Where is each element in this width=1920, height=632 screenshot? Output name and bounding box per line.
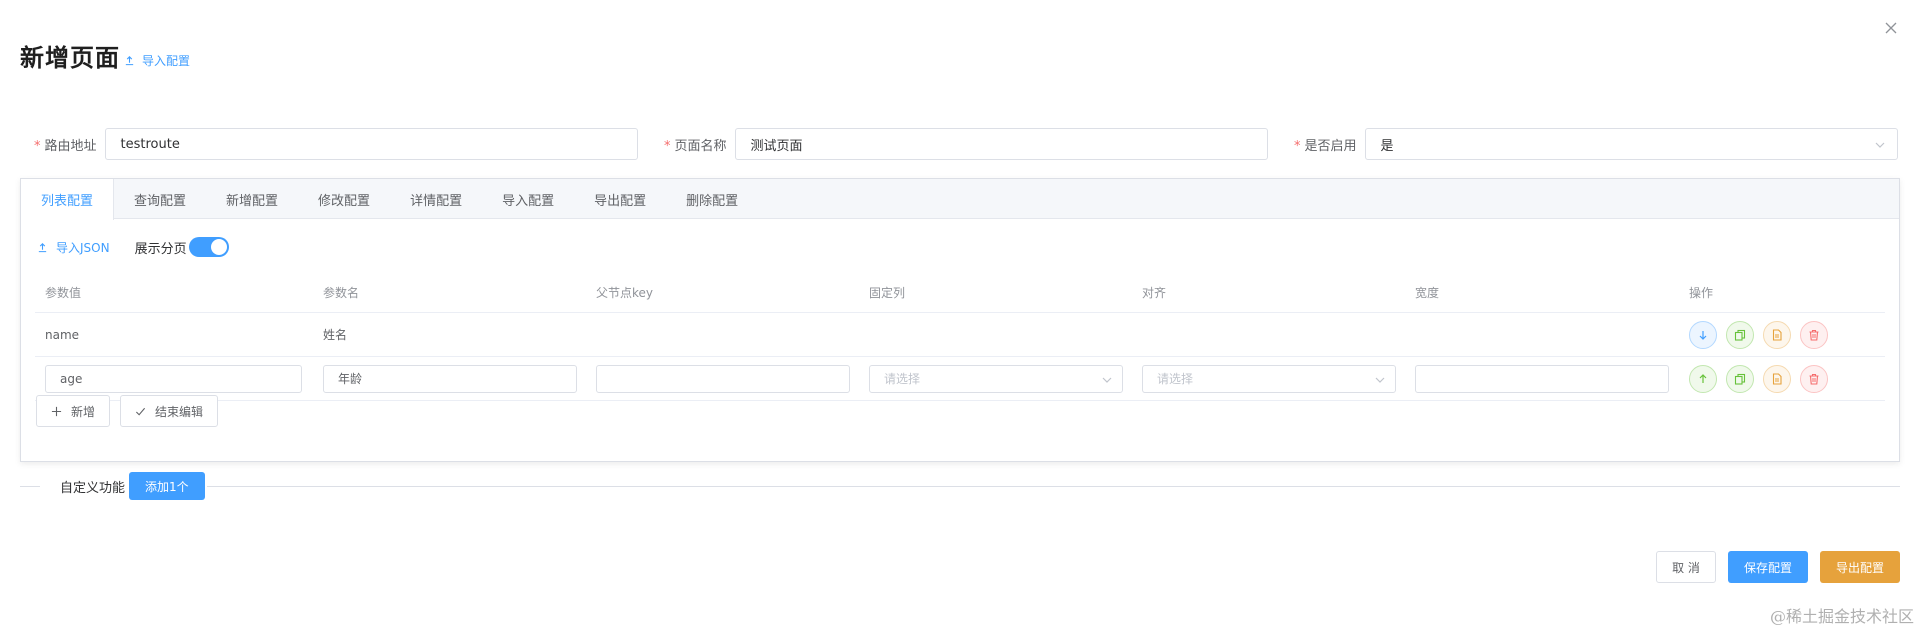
enabled-label: * 是否启用 (1294, 138, 1357, 154)
align-select-placeholder: 请选择 (1157, 372, 1194, 386)
plus-icon (51, 406, 62, 416)
add-row-button[interactable]: 新增 (36, 395, 111, 427)
width-input[interactable] (1415, 364, 1669, 393)
col-fixed: 固定列 (869, 286, 906, 300)
chevron-down-icon (1102, 377, 1112, 383)
copy-icon (1734, 373, 1746, 385)
delete-button[interactable] (1800, 364, 1828, 393)
tab-query-config[interactable]: 查询配置 (114, 179, 206, 219)
table-row-editing: age 年龄 请选择 请选择 (35, 357, 1885, 401)
move-down-button[interactable] (1689, 320, 1717, 349)
show-pagination-label: 展示分页 (134, 241, 187, 257)
import-json-link[interactable]: 导入JSON (37, 239, 110, 256)
enabled-select[interactable]: 是 (1364, 128, 1898, 160)
export-config-button[interactable]: 导出配置 (1820, 551, 1900, 583)
copy-icon (1734, 329, 1746, 341)
chevron-down-icon (1375, 377, 1385, 383)
add-row-label: 新增 (71, 404, 96, 419)
route-form-item: * 路由地址 testroute (34, 128, 638, 160)
config-tabs: 列表配置 查询配置 新增配置 修改配置 详情配置 导入配置 导出配置 删除配置 (21, 179, 1899, 220)
enabled-form-item: * 是否启用 是 (1294, 128, 1898, 160)
finish-edit-label: 结束编辑 (155, 404, 204, 419)
row-ops (1679, 364, 1879, 393)
move-up-button[interactable] (1689, 364, 1717, 393)
dialog-header: 新增页面 导入配置 (20, 38, 190, 73)
check-icon (136, 407, 146, 416)
watermark: @稀土掘金技术社区 (1769, 607, 1914, 626)
edit-button[interactable] (1763, 364, 1791, 393)
dialog-footer: 取 消 保存配置 导出配置 (1656, 551, 1900, 583)
params-table: 参数值 参数名 父节点key 固定列 对齐 宽度 操作 name 姓名 age … (35, 273, 1885, 401)
enabled-select-value: 是 (1380, 138, 1394, 154)
parent-key-input[interactable] (596, 364, 850, 393)
upload-icon (125, 56, 134, 66)
align-select[interactable]: 请选择 (1142, 364, 1396, 393)
fixed-select-placeholder: 请选择 (884, 372, 921, 386)
col-param-name: 参数名 (323, 286, 360, 300)
list-toolbar: 导入JSON 展示分页 (37, 237, 229, 257)
import-config-link[interactable]: 导入配置 (124, 52, 190, 69)
cell-fixed-edit: 请选择 (859, 364, 1132, 393)
tab-import-config[interactable]: 导入配置 (482, 179, 574, 219)
row-ops (1679, 320, 1879, 349)
custom-divider: 自定义功能 添加1个 (40, 472, 207, 500)
finish-edit-button[interactable]: 结束编辑 (120, 395, 219, 427)
dialog-title: 新增页面 (20, 44, 120, 72)
tab-add-config[interactable]: 新增配置 (206, 179, 298, 219)
col-align: 对齐 (1142, 286, 1167, 300)
route-input[interactable]: testroute (104, 128, 638, 160)
trash-icon (1809, 373, 1819, 385)
page-name-form-item: * 页面名称 测试页面 (664, 128, 1268, 160)
add-one-button[interactable]: 添加1个 (129, 472, 205, 500)
copy-button[interactable] (1726, 320, 1754, 349)
col-param-value: 参数值 (45, 286, 82, 300)
delete-button[interactable] (1800, 320, 1828, 349)
col-actions: 操作 (1689, 286, 1714, 300)
col-width: 宽度 (1415, 286, 1440, 300)
import-config-label: 导入配置 (142, 54, 191, 68)
page-name-input[interactable]: 测试页面 (734, 128, 1268, 160)
col-parent-key: 父节点key (596, 286, 654, 300)
param-name-input[interactable]: 年龄 (323, 364, 577, 393)
edit-button[interactable] (1763, 320, 1791, 349)
import-json-label: 导入JSON (56, 240, 110, 255)
fixed-select[interactable]: 请选择 (869, 364, 1123, 393)
page-name-label: * 页面名称 (664, 138, 727, 154)
page-form: * 路由地址 testroute * 页面名称 测试页面 * 是否启用 是 (0, 128, 1920, 160)
tab-edit-config[interactable]: 修改配置 (298, 179, 390, 219)
param-value-input[interactable]: age (45, 364, 302, 393)
show-pagination-switch[interactable] (188, 237, 229, 257)
config-tabs-card: 列表配置 查询配置 新增配置 修改配置 详情配置 导入配置 导出配置 删除配置 … (20, 178, 1900, 462)
tab-export-config[interactable]: 导出配置 (574, 179, 666, 219)
cell-align-edit: 请选择 (1132, 364, 1405, 393)
cell-width-edit (1405, 364, 1679, 393)
row-actions: 新增 结束编辑 (36, 395, 219, 427)
arrow-down-icon (1699, 330, 1707, 340)
document-icon (1772, 328, 1782, 341)
close-icon[interactable] (1883, 20, 1899, 36)
route-label: * 路由地址 (34, 138, 97, 154)
document-icon (1772, 372, 1782, 385)
copy-button[interactable] (1726, 364, 1754, 393)
cell-param-name: 姓名 (323, 328, 348, 342)
table-row: name 姓名 (35, 313, 1885, 357)
save-config-button[interactable]: 保存配置 (1728, 551, 1808, 583)
trash-icon (1809, 329, 1819, 341)
custom-function-label: 自定义功能 (60, 480, 126, 496)
cancel-button[interactable]: 取 消 (1656, 551, 1716, 583)
table-header: 参数值 参数名 父节点key 固定列 对齐 宽度 操作 (35, 273, 1885, 313)
cell-param-value: name (45, 327, 80, 342)
upload-icon (38, 242, 47, 252)
chevron-down-icon (1875, 142, 1884, 148)
cell-parent-key-edit (586, 364, 859, 393)
tab-detail-config[interactable]: 详情配置 (390, 179, 482, 219)
tab-list-config[interactable]: 列表配置 (21, 179, 115, 220)
custom-divider-line (20, 486, 1900, 487)
cell-param-value-edit: age (35, 364, 313, 393)
arrow-up-icon (1699, 373, 1707, 383)
switch-knob (210, 239, 227, 255)
tab-delete-config[interactable]: 删除配置 (666, 179, 758, 219)
cell-param-name-edit: 年龄 (313, 364, 586, 393)
